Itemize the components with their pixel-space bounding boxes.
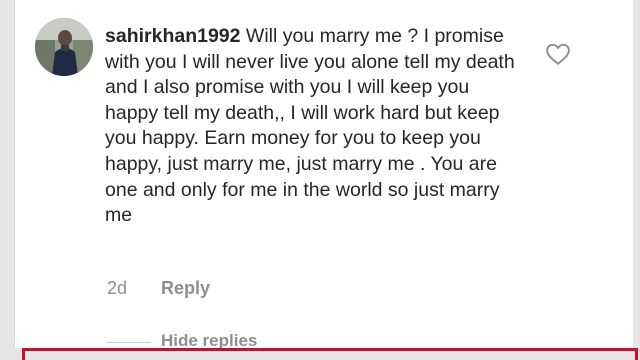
reply-button[interactable]: Reply — [161, 278, 210, 299]
comment-age: 2d — [107, 278, 128, 298]
comment-card: sahirkhan1992 Will you marry me ? I prom… — [14, 0, 633, 350]
screenshot-frame: sahirkhan1992 Will you marry me ? I prom… — [0, 0, 640, 360]
comment-text-block: sahirkhan1992 Will you marry me ? I prom… — [105, 24, 525, 229]
comment-username[interactable]: sahirkhan1992 — [105, 25, 241, 47]
heart-icon[interactable] — [545, 42, 571, 66]
highlight-box — [22, 348, 638, 360]
avatar-photo — [35, 18, 93, 76]
comment-body: Will you marry me ? I promise with you I… — [105, 25, 515, 227]
replies-divider — [107, 342, 151, 343]
avatar[interactable] — [35, 18, 93, 76]
